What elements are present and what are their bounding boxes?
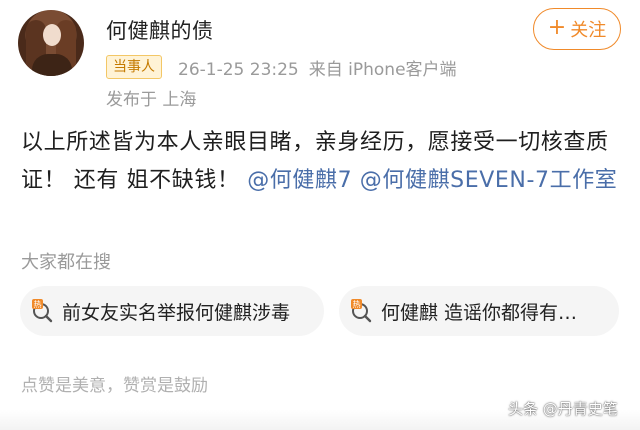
avatar[interactable] [18,10,84,76]
trending-item-label: 何健麒 造谣你都得有… [381,301,578,324]
post-body: 以上所述皆为本人亲眼目睹，亲身经历，愿接受一切核查质证！ 还有 姐不缺钱！ @何… [21,124,627,200]
trending-title: 大家都在搜 [21,252,111,273]
post-source: 来自 iPhone客户端 [308,60,457,80]
username[interactable]: 何健麒的债 [106,15,214,45]
mention-link[interactable]: @何健麒SEVEN-7工作室 [360,168,618,193]
follow-button[interactable]: + 关注 [533,8,621,50]
post-meta: 26-1-25 23:25 来自 iPhone客户端 [178,55,457,80]
watermark: 头条 @丹青史笔 [508,400,618,418]
svg-text:热: 热 [353,299,361,309]
follow-label: 关注 [570,20,607,41]
trending-item[interactable]: 热 何健麒 造谣你都得有… [339,286,619,336]
hot-search-icon: 热 [32,299,54,323]
trending-item[interactable]: 热 前女友实名举报何健麒涉毒 [20,286,324,336]
weibo-post-screenshot: 何健麒的债 + 关注 当事人 26-1-25 23:25 来自 iPhone客户端… [0,0,640,430]
post-location: 发布于 上海 [106,90,197,110]
mention-link[interactable]: @何健麒7 [247,168,352,193]
post-timestamp: 26-1-25 23:25 [178,60,299,80]
status-badge: 当事人 [106,55,162,79]
trending-item-label: 前女友实名举报何健麒涉毒 [62,301,291,324]
hot-search-icon: 热 [351,299,373,323]
svg-text:热: 热 [34,299,42,309]
plus-icon: + [547,15,567,40]
reward-note: 点赞是美意，赞赏是鼓励 [21,376,208,396]
